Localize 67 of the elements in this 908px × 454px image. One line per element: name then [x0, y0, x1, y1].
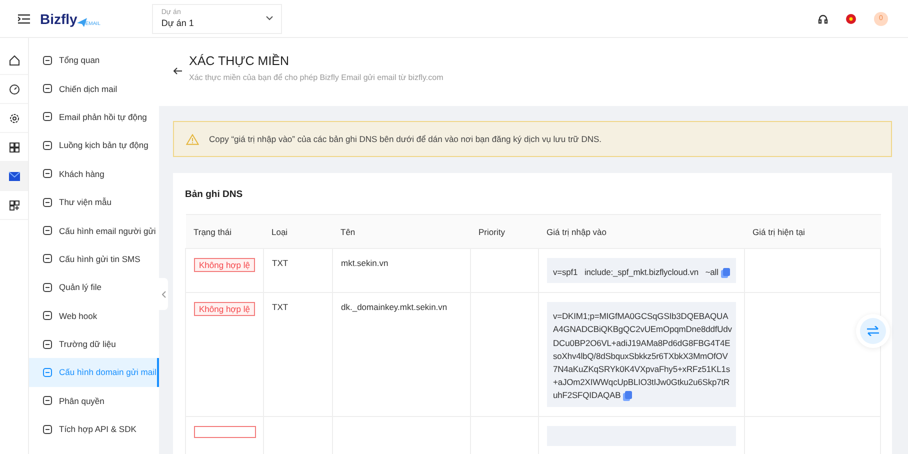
menu-item-icon	[43, 56, 52, 65]
table-cell: TXT	[272, 302, 288, 312]
column-header: Priority	[470, 214, 538, 248]
table-cell: dk._domainkey.mkt.sekin.vn	[341, 302, 448, 312]
menu-item-icon	[43, 198, 52, 207]
menu-item-icon	[43, 169, 52, 178]
sidebar-item[interactable]: Trường dữ liệu	[29, 330, 159, 358]
menu-item-icon	[43, 226, 52, 236]
back-arrow-icon[interactable]	[173, 67, 182, 75]
copy-icon[interactable]	[720, 268, 730, 278]
sidebar-item[interactable]: Khách hàng	[29, 160, 159, 188]
sidebar-item[interactable]: Web hook	[29, 302, 159, 330]
home-icon	[8, 54, 20, 66]
sidebar-item[interactable]: Thư viện mẫu	[29, 188, 159, 216]
grid-plus-icon	[8, 200, 20, 210]
menu-item-icon	[43, 340, 52, 349]
sidebar-item[interactable]: Cấu hình gửi tin SMS	[29, 244, 159, 274]
alert-text: Copy “giá trị nhập vào” của các bản ghi DNS bên dưới để dán vào nơi bạn đăng ký dịch vụ lưu trữ DNS.	[209, 134, 602, 144]
section-title: Bản ghi DNS	[185, 189, 244, 200]
column-header: Tên	[332, 214, 470, 248]
swap-arrows-icon	[867, 326, 879, 336]
menu-item-icon	[43, 254, 52, 264]
sidebar-item[interactable]: Chiến dịch mail	[29, 74, 159, 103]
sidebar-item[interactable]: Luồng kịch bản tự động	[29, 131, 159, 160]
sidebar-item[interactable]: Tổng quan	[29, 46, 159, 74]
page-title: XÁC THỰC MIỀN	[189, 54, 290, 68]
menu-item-icon	[43, 368, 52, 377]
sidebar-item[interactable]: Quản lý file	[29, 273, 159, 302]
collapse-handle[interactable]	[159, 278, 168, 310]
column-header: Giá trị nhập vào	[538, 214, 744, 248]
column-header: Loại	[264, 214, 332, 248]
chevron-down-icon	[266, 16, 274, 21]
table-cell: TXT	[272, 258, 288, 268]
sidebar-item[interactable]: Email phản hồi tự động	[29, 102, 159, 132]
column-header: Giá trị hiện tại	[744, 214, 880, 248]
chevron-left-icon	[162, 290, 166, 298]
menu-item-icon	[43, 140, 52, 150]
swap-button[interactable]	[860, 318, 886, 344]
logo-text: Bizfly	[40, 10, 78, 26]
flag-icon[interactable]	[846, 14, 856, 24]
status-badge: Không hợp lệ	[194, 302, 255, 316]
page-subtitle: Xác thực miền của bạn để cho phép Bizfly Email gửi email từ bizfly.com	[189, 73, 444, 82]
warning-icon	[186, 134, 199, 144]
table-cell: mkt.sekin.vn	[341, 258, 388, 268]
status-badge	[194, 426, 256, 438]
menu-item-icon	[43, 396, 52, 406]
menu-item-icon	[43, 424, 52, 434]
column-header: Trạng thái	[186, 214, 264, 248]
value-box: v=DKIM1;p=MIGfMA0GCSqGSIb3DQEBAQUAA4GNADCBiQKBgQC2vUEmOpqmDne8ddfUdvDCu0BP2O6VL+adiJ19AMa8Pd6dG8FBG4T4EsoXhv4lbQ/8dSbquxSbkkz5r6TXbkX3MmOfOV7N4aKuZKqSRYk0K4VXpvaFhy5+xRFz51KL1s+aJOm2XIWWqcUpBLIO3tIJw0Gtku2u6Skp7tRuhF2SFQIDAQAB	[547, 302, 736, 407]
envelope-icon	[8, 170, 20, 182]
sidebar-item[interactable]: Cấu hình email người gửi	[29, 216, 159, 245]
menu-item-icon	[43, 311, 52, 320]
sidebar-item[interactable]: Tích hợp API & SDK	[29, 415, 159, 444]
headset-icon[interactable]	[818, 14, 828, 24]
gear-icon	[8, 112, 20, 124]
menu-item-icon	[43, 112, 52, 122]
menu-item-icon	[43, 84, 52, 94]
copy-icon[interactable]	[622, 391, 632, 402]
grid-icon	[8, 142, 20, 152]
menu-item-icon	[43, 282, 52, 292]
sidebar-item[interactable]: Phân quyền	[29, 386, 159, 416]
menu-icon[interactable]	[18, 14, 30, 24]
value-box: v=spf1 include:_spf_mkt.bizflycloud.vn ~all	[547, 258, 736, 284]
paper-plane-icon	[77, 18, 88, 26]
rail-item[interactable]	[0, 162, 28, 191]
status-badge: Không hợp lệ	[194, 258, 255, 272]
gauge-icon	[8, 84, 20, 94]
